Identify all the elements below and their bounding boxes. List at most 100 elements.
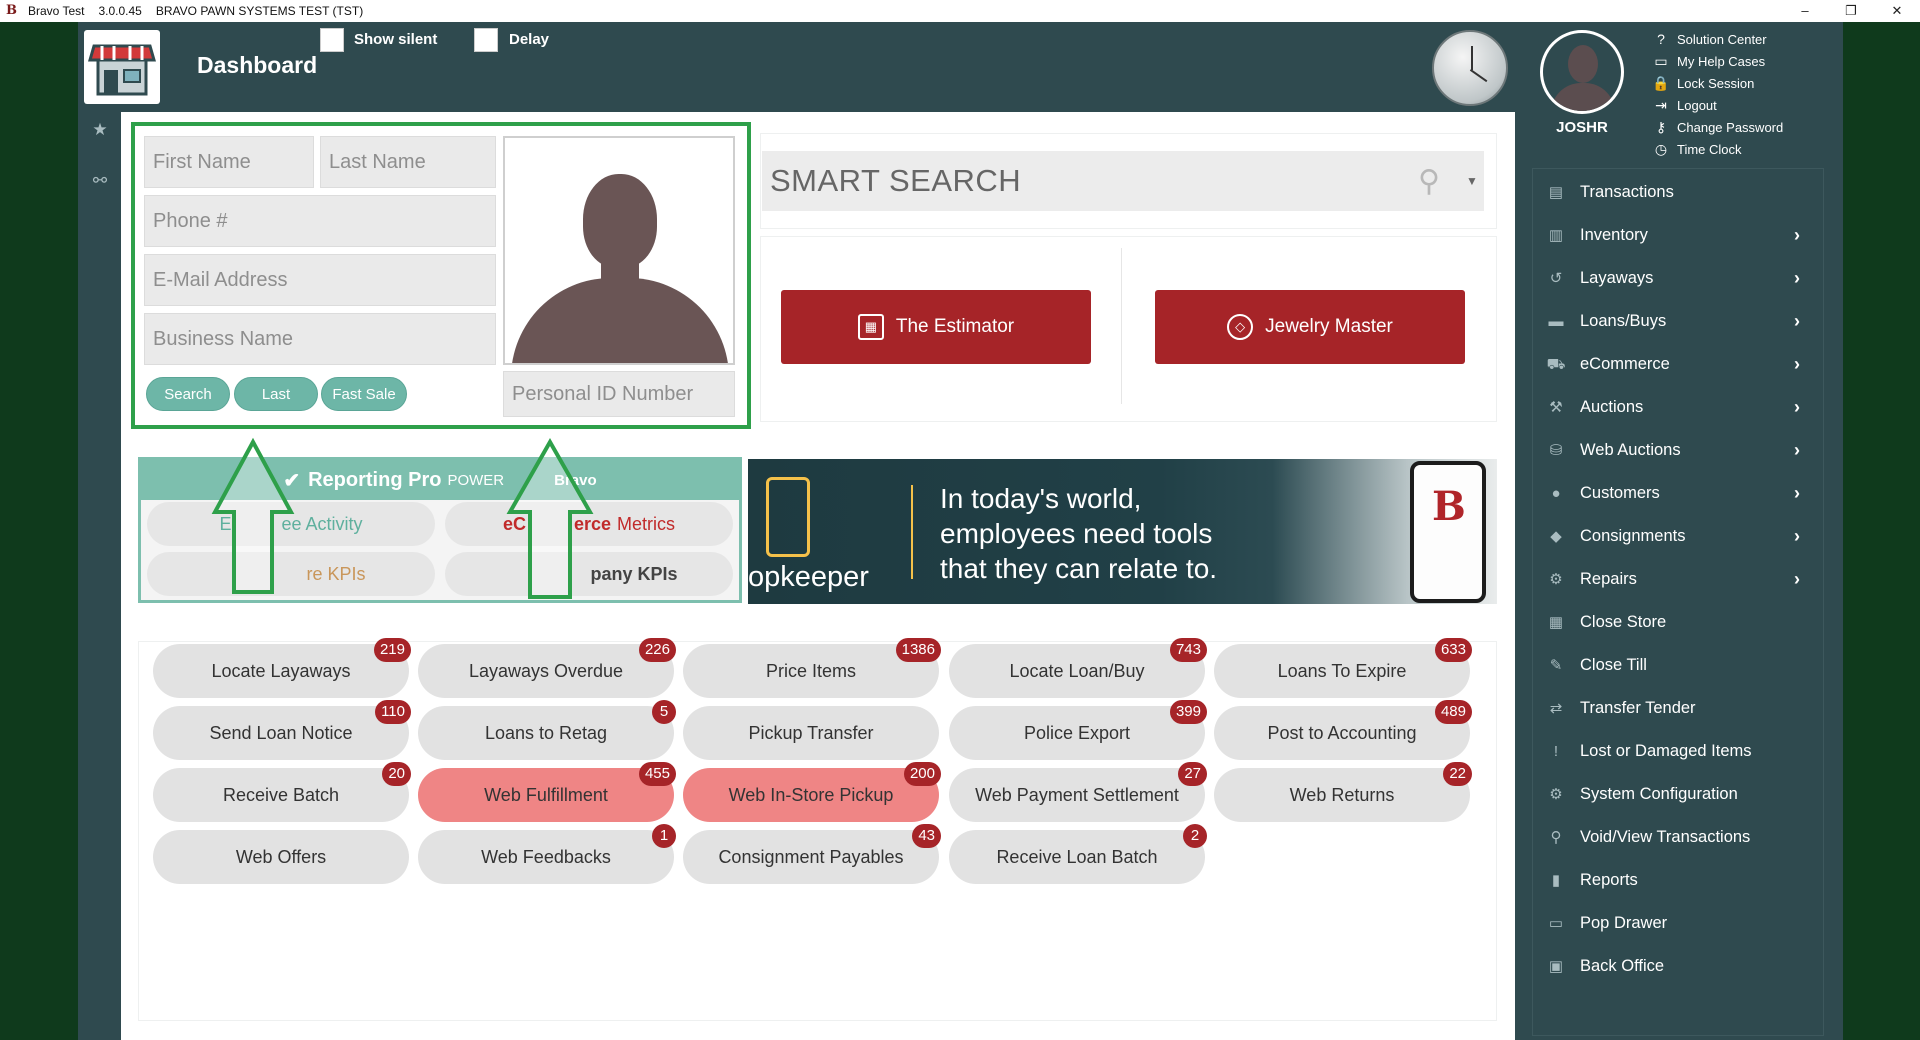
banner-phone-image: B bbox=[1410, 461, 1486, 603]
nav-item-void-view-transactions[interactable]: ⚲ Void/View Transactions bbox=[1532, 816, 1824, 859]
nav-item-label: Pop Drawer bbox=[1580, 914, 1668, 932]
nav-item-web-auctions[interactable]: ⛁ Web Auctions › bbox=[1532, 429, 1824, 472]
task-button[interactable]: Receive Batch 20 bbox=[153, 762, 411, 822]
task-button[interactable]: Web Fulfillment 455 bbox=[418, 762, 676, 822]
nav-item-auctions[interactable]: ⚒ Auctions › bbox=[1532, 386, 1824, 429]
count-badge: 27 bbox=[1178, 762, 1207, 786]
task-button[interactable]: Receive Loan Batch 2 bbox=[949, 824, 1207, 884]
close-button[interactable]: ✕ bbox=[1874, 0, 1920, 22]
store-logo[interactable] bbox=[84, 30, 160, 104]
nav-item-reports[interactable]: ▮ Reports bbox=[1532, 859, 1824, 902]
nav-item-customers[interactable]: ● Customers › bbox=[1532, 472, 1824, 515]
task-button[interactable]: Web In-Store Pickup 200 bbox=[683, 762, 941, 822]
nav-item-ecommerce[interactable]: ⛟ eCommerce › bbox=[1532, 343, 1824, 386]
task-button[interactable]: Send Loan Notice 110 bbox=[153, 700, 411, 760]
search-icon[interactable]: ⚲ bbox=[1398, 151, 1460, 211]
minimize-button[interactable]: – bbox=[1782, 0, 1828, 22]
task-label: Price Items bbox=[765, 660, 857, 681]
task-button[interactable]: Web Payment Settlement 27 bbox=[949, 762, 1207, 822]
customer-photo[interactable] bbox=[503, 136, 735, 365]
nav-item-back-office[interactable]: ▣ Back Office bbox=[1532, 945, 1824, 988]
smart-search-bar[interactable]: SMART SEARCH ⚲ ▼ bbox=[762, 151, 1484, 211]
briefcase-icon: ▣ bbox=[1548, 957, 1564, 975]
first-name-field[interactable]: First Name bbox=[144, 136, 314, 188]
task-button[interactable]: Web Returns 22 bbox=[1214, 762, 1472, 822]
chevron-right-icon: › bbox=[1794, 354, 1800, 374]
my-help-cases-label: My Help Cases bbox=[1677, 53, 1766, 69]
count-badge: 1386 bbox=[895, 638, 941, 662]
phone-field[interactable]: Phone # bbox=[144, 195, 496, 247]
nav-item-transactions[interactable]: ▤ Transactions bbox=[1532, 171, 1824, 214]
store-kpis-label: re KPIs bbox=[306, 563, 366, 584]
task-button[interactable]: Pickup Transfer bbox=[683, 706, 939, 760]
nav-item-pop-drawer[interactable]: ▭ Pop Drawer bbox=[1532, 902, 1824, 945]
nav-item-close-store[interactable]: ▦ Close Store bbox=[1532, 601, 1824, 644]
task-button[interactable]: Loans To Expire 633 bbox=[1214, 638, 1472, 698]
task-label: Locate Loan/Buy bbox=[1009, 660, 1145, 681]
nav-item-loans-buys[interactable]: ▬ Loans/Buys › bbox=[1532, 300, 1824, 343]
task-button[interactable]: Loans to Retag 5 bbox=[418, 700, 676, 760]
task-button[interactable]: Post to Accounting 489 bbox=[1214, 700, 1472, 760]
task-button[interactable]: Web Feedbacks 1 bbox=[418, 824, 676, 884]
nav-item-consignments[interactable]: ◆ Consignments › bbox=[1532, 515, 1824, 558]
change-password-link[interactable]: ⚷ Change Password bbox=[1652, 116, 1783, 138]
drawer-icon: ▭ bbox=[1548, 914, 1564, 932]
solution-center-link[interactable]: ? Solution Center bbox=[1652, 28, 1783, 50]
nav-item-layaways[interactable]: ↺ Layaways › bbox=[1532, 257, 1824, 300]
task-button[interactable]: Consignment Payables 43 bbox=[683, 824, 941, 884]
personal-id-field[interactable]: Personal ID Number bbox=[503, 371, 735, 417]
nav-item-transfer-tender[interactable]: ⇄ Transfer Tender bbox=[1532, 687, 1824, 730]
task-button[interactable]: Locate Layaways 219 bbox=[153, 638, 411, 698]
nav-item-inventory[interactable]: ▥ Inventory › bbox=[1532, 214, 1824, 257]
ecommerce-metrics-button[interactable]: eC erce Metrics bbox=[445, 502, 733, 546]
promo-banner[interactable]: In today's world, employees need tools t… bbox=[748, 459, 1497, 604]
last-button[interactable]: Last bbox=[234, 377, 318, 411]
user-icon: ● bbox=[1551, 484, 1561, 502]
logout-link[interactable]: ⇥ Logout bbox=[1652, 94, 1783, 116]
employee-activity-button[interactable]: E ee Activity bbox=[147, 502, 435, 546]
folder-icon: ▭ bbox=[1654, 53, 1668, 69]
smart-search-input[interactable]: SMART SEARCH bbox=[762, 163, 1398, 199]
task-label: Loans to Retag bbox=[484, 722, 608, 743]
task-button[interactable]: Price Items 1386 bbox=[683, 638, 941, 698]
key-icon: ⚷ bbox=[1655, 119, 1667, 135]
chevron-down-icon[interactable]: ▼ bbox=[1460, 174, 1484, 188]
delay-checkbox[interactable] bbox=[474, 28, 498, 52]
user-avatar[interactable] bbox=[1540, 30, 1624, 114]
store-kpis-button[interactable]: re KPIs bbox=[147, 552, 435, 596]
nav-item-system-configuration[interactable]: ⚙ System Configuration bbox=[1532, 773, 1824, 816]
inventory-icon: ▥ bbox=[1548, 226, 1564, 244]
nav-item-lost-or-damaged-items[interactable]: ! Lost or Damaged Items bbox=[1532, 730, 1824, 773]
search-button[interactable]: Search bbox=[146, 377, 230, 411]
lock-session-link[interactable]: 🔒 Lock Session bbox=[1652, 72, 1783, 94]
restore-button[interactable]: ❐ bbox=[1828, 0, 1874, 22]
last-name-field[interactable]: Last Name bbox=[320, 136, 496, 188]
count-badge: 110 bbox=[375, 700, 411, 724]
jewelry-master-button[interactable]: ◇ Jewelry Master bbox=[1155, 290, 1465, 364]
nav-item-label: Auctions bbox=[1580, 398, 1644, 416]
favorites-star-icon[interactable]: ★ bbox=[91, 121, 109, 139]
my-help-cases-link[interactable]: ▭ My Help Cases bbox=[1652, 50, 1783, 72]
show-silent-checkbox[interactable] bbox=[320, 28, 344, 52]
task-button[interactable]: Police Export 399 bbox=[949, 700, 1207, 760]
nav-item-label: Consignments bbox=[1580, 527, 1686, 545]
alert-icon: ! bbox=[1553, 742, 1559, 760]
company-kpis-button[interactable]: pany KPIs bbox=[445, 552, 733, 596]
nav-item-label: Transactions bbox=[1580, 183, 1674, 201]
estimator-button[interactable]: ▦ The Estimator bbox=[781, 290, 1091, 364]
fast-sale-button[interactable]: Fast Sale bbox=[321, 377, 407, 411]
nav-item-close-till[interactable]: ✎ Close Till bbox=[1532, 644, 1824, 687]
email-field[interactable]: E-Mail Address bbox=[144, 254, 496, 306]
time-clock-label: Time Clock bbox=[1677, 141, 1742, 157]
task-label: Web Returns bbox=[1289, 784, 1395, 805]
money-icon: ▬ bbox=[1548, 312, 1564, 330]
task-button[interactable]: Layaways Overdue 226 bbox=[418, 638, 676, 698]
nav-item-label: Close Store bbox=[1580, 613, 1667, 631]
wrench-icon: ⚙ bbox=[1549, 570, 1563, 588]
link-icon[interactable]: ⚯ bbox=[91, 172, 109, 190]
task-button[interactable]: Locate Loan/Buy 743 bbox=[949, 638, 1207, 698]
task-button[interactable]: Web Offers bbox=[153, 830, 409, 884]
business-name-field[interactable]: Business Name bbox=[144, 313, 496, 365]
nav-item-repairs[interactable]: ⚙ Repairs › bbox=[1532, 558, 1824, 601]
time-clock-link[interactable]: ◷ Time Clock bbox=[1652, 138, 1783, 160]
